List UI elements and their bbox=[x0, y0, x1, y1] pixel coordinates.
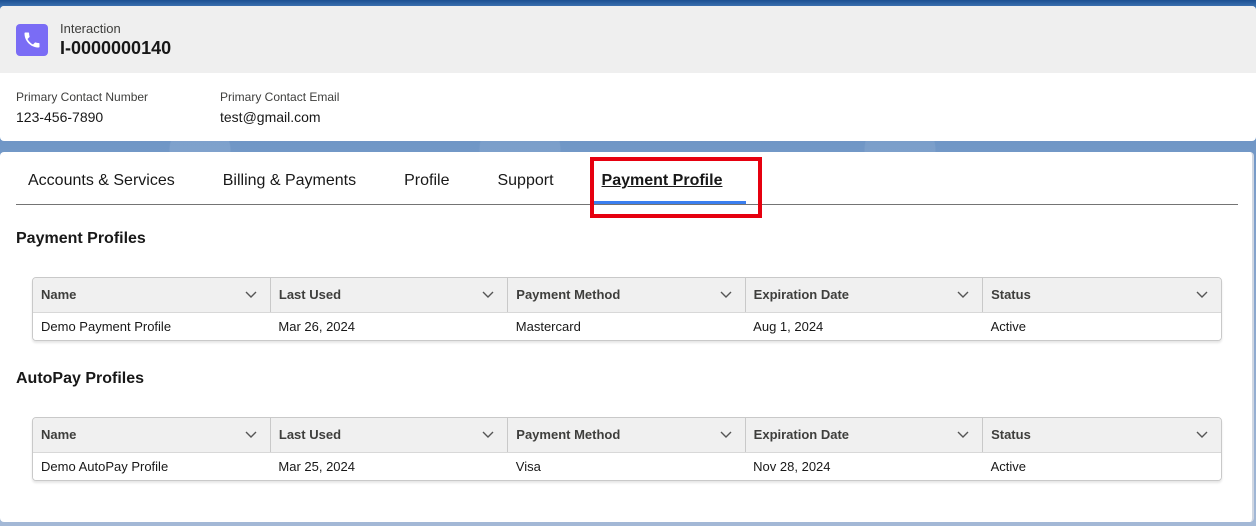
column-header-expiration-date[interactable]: Expiration Date bbox=[744, 418, 983, 453]
column-label: Name bbox=[41, 427, 77, 443]
column-label: Expiration Date bbox=[753, 287, 850, 303]
column-label: Status bbox=[991, 287, 1031, 303]
tab-profile[interactable]: Profile bbox=[392, 152, 461, 204]
field-label: Primary Contact Number bbox=[16, 90, 149, 104]
tab-billing-payments[interactable]: Billing & Payments bbox=[211, 152, 368, 204]
cell-last-used: Mar 26, 2024 bbox=[270, 312, 508, 340]
tab-support[interactable]: Support bbox=[485, 152, 565, 204]
column-header-name[interactable]: Name bbox=[33, 278, 271, 313]
tab-accounts-services[interactable]: Accounts & Services bbox=[16, 152, 187, 204]
chevron-down-icon[interactable] bbox=[719, 428, 733, 442]
chevron-down-icon[interactable] bbox=[1195, 428, 1209, 442]
column-header-expiration-date[interactable]: Expiration Date bbox=[744, 278, 983, 313]
column-label: Status bbox=[991, 427, 1031, 443]
chevron-down-icon[interactable] bbox=[956, 428, 970, 442]
field-label: Primary Contact Email bbox=[220, 90, 340, 104]
column-label: Payment Method bbox=[516, 287, 621, 303]
column-label: Payment Method bbox=[516, 427, 621, 443]
column-label: Last Used bbox=[278, 287, 342, 303]
column-header-payment-method[interactable]: Payment Method bbox=[507, 278, 746, 313]
table-row[interactable]: Demo Payment Profile Mar 26, 2024 Master… bbox=[33, 312, 1221, 340]
chevron-down-icon[interactable] bbox=[481, 428, 495, 442]
column-header-payment-method[interactable]: Payment Method bbox=[507, 418, 746, 453]
record-type-label: Interaction bbox=[60, 20, 121, 36]
chevron-down-icon[interactable] bbox=[244, 288, 258, 302]
column-label: Expiration Date bbox=[753, 427, 850, 443]
chevron-down-icon[interactable] bbox=[481, 288, 495, 302]
cell-payment-method: Visa bbox=[507, 452, 746, 480]
cell-name: Demo AutoPay Profile bbox=[33, 452, 271, 480]
chevron-down-icon[interactable] bbox=[244, 428, 258, 442]
primary-contact-email-field: Primary Contact Email test@gmail.com bbox=[220, 89, 339, 127]
tab-bar: Accounts & Services Billing & Payments P… bbox=[16, 152, 1238, 205]
chevron-down-icon[interactable] bbox=[956, 288, 970, 302]
section-title-payment-profiles: Payment Profiles bbox=[16, 230, 146, 247]
column-header-last-used[interactable]: Last Used bbox=[269, 278, 508, 313]
chevron-down-icon[interactable] bbox=[719, 288, 733, 302]
tabset-card: Accounts & Services Billing & Payments P… bbox=[0, 152, 1254, 522]
record-header-title-bar: Interaction I-0000000140 bbox=[0, 6, 1256, 73]
phone-icon bbox=[16, 23, 48, 56]
column-header-status[interactable]: Status bbox=[982, 278, 1221, 313]
autopay-profiles-table: Name Last Used Payment Method Expiration… bbox=[32, 417, 1222, 481]
table-header-row: Name Last Used Payment Method Expiration… bbox=[33, 278, 1221, 313]
field-value: test@gmail.com bbox=[220, 109, 321, 125]
payment-profiles-table: Name Last Used Payment Method Expiration… bbox=[32, 277, 1222, 341]
cell-name: Demo Payment Profile bbox=[33, 312, 271, 340]
column-header-name[interactable]: Name bbox=[33, 418, 271, 453]
column-label: Last Used bbox=[278, 427, 342, 443]
column-header-status[interactable]: Status bbox=[982, 418, 1221, 453]
section-title-autopay-profiles: AutoPay Profiles bbox=[16, 370, 145, 387]
column-label: Name bbox=[41, 287, 77, 303]
highlight-fields: Primary Contact Number 123-456-7890 Prim… bbox=[0, 73, 1256, 127]
primary-contact-number-field: Primary Contact Number 123-456-7890 bbox=[16, 89, 220, 127]
cell-status: Active bbox=[982, 452, 1221, 480]
field-value: 123-456-7890 bbox=[16, 109, 104, 125]
tab-payment-profile[interactable]: Payment Profile bbox=[589, 152, 747, 204]
cell-last-used: Mar 25, 2024 bbox=[270, 452, 508, 480]
cell-expiration-date: Aug 1, 2024 bbox=[745, 312, 983, 340]
record-name: I-0000000140 bbox=[60, 37, 172, 58]
table-header-row: Name Last Used Payment Method Expiration… bbox=[33, 418, 1221, 453]
chevron-down-icon[interactable] bbox=[1195, 288, 1209, 302]
cell-payment-method: Mastercard bbox=[507, 312, 746, 340]
cell-expiration-date: Nov 28, 2024 bbox=[745, 452, 983, 480]
column-header-last-used[interactable]: Last Used bbox=[269, 418, 508, 453]
table-row[interactable]: Demo AutoPay Profile Mar 25, 2024 Visa N… bbox=[33, 452, 1221, 480]
record-header: Interaction I-0000000140 Primary Contact… bbox=[0, 6, 1256, 141]
cell-status: Active bbox=[982, 312, 1221, 340]
